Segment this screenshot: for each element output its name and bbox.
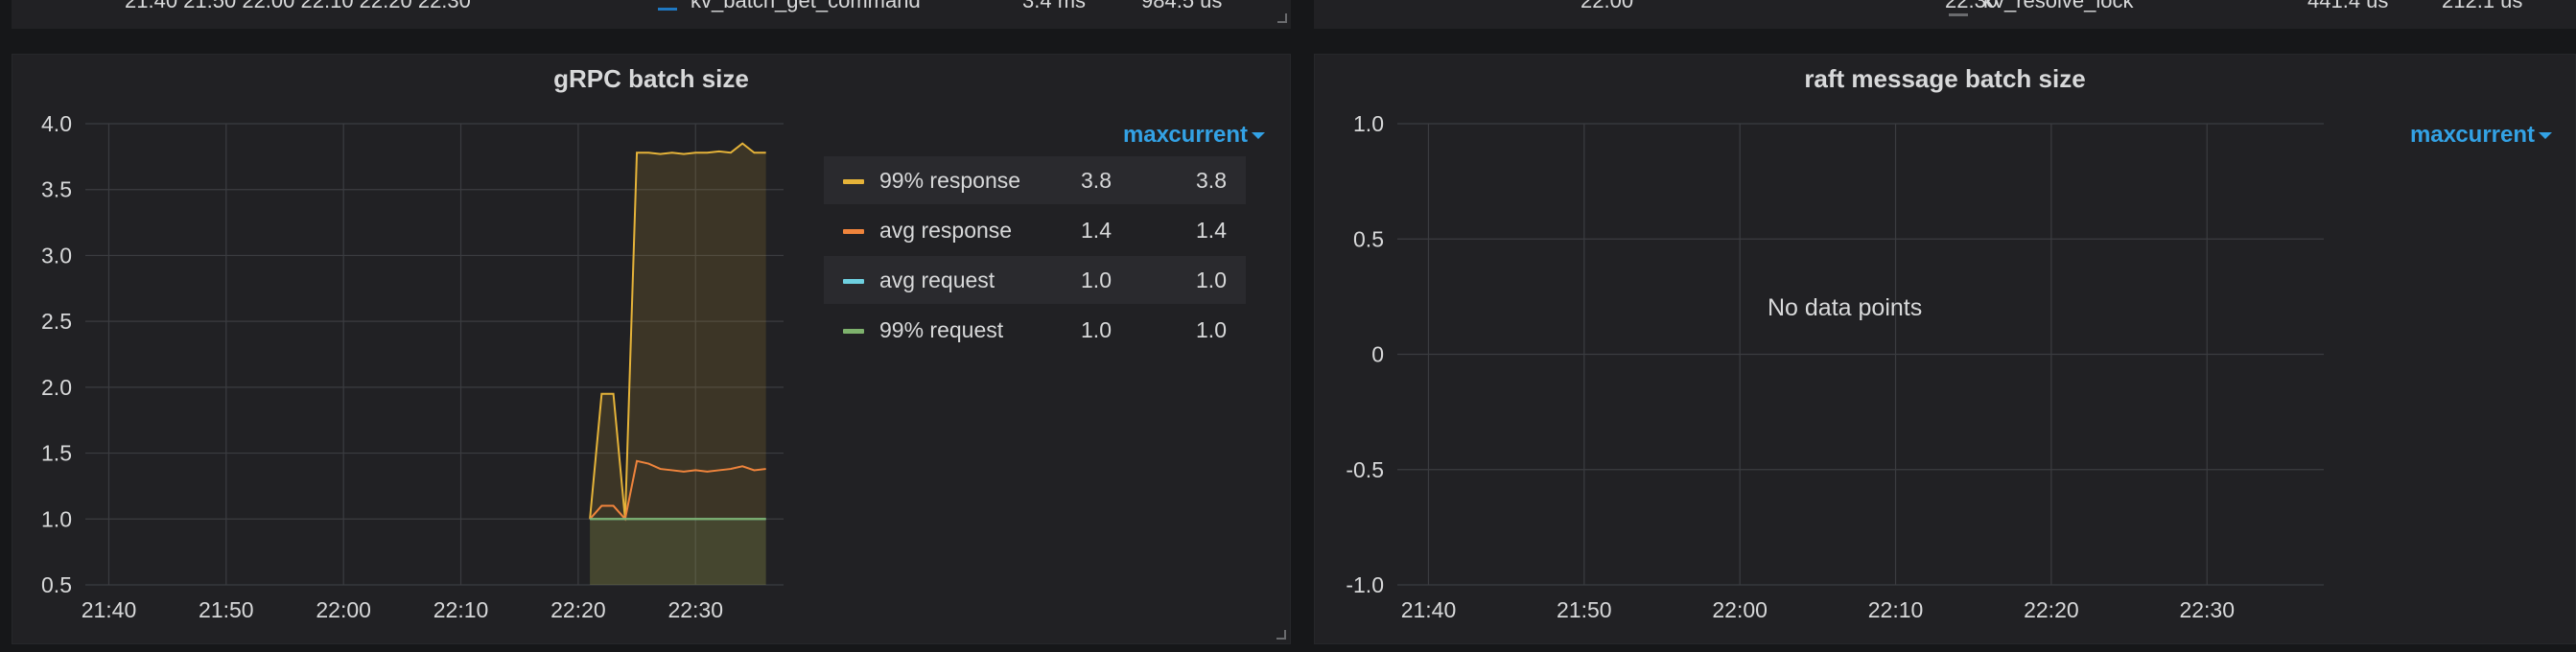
legend-current-value: 1.4 <box>1196 218 1227 243</box>
legend-series-name[interactable]: 99% response <box>879 168 1020 194</box>
legend-sort-current-label: current <box>1168 122 1248 148</box>
legend-max-value: 1.0 <box>1081 317 1112 342</box>
legend-item[interactable]: avg response 1.4 1.4 <box>824 206 1246 254</box>
x-tick-label: 22:00 <box>1712 597 1768 622</box>
series-area <box>590 519 766 585</box>
upper-left-legend-current: 984.5 us <box>1141 0 1223 12</box>
legend-sort-max[interactable]: max <box>1123 122 1169 149</box>
legend-max-value: 1.0 <box>1081 268 1112 292</box>
upper-left-legend-swatch <box>658 8 677 11</box>
grpc-batch-size-graph[interactable]: 4.0 3.5 3.0 2.5 2.0 1.5 1.0 0.5 21:40 21:50 22:00 2… <box>12 55 818 644</box>
legend-item[interactable]: avg request 1.0 1.0 <box>824 256 1246 304</box>
upper-left-resize-handle[interactable] <box>1277 13 1287 23</box>
legend-max-value: 3.8 <box>1081 168 1112 193</box>
y-tick-label: 2.5 <box>41 309 72 334</box>
panel-resize-handle[interactable] <box>1276 630 1286 640</box>
legend-current-value: 1.0 <box>1196 317 1227 342</box>
y-tick-label: 0.5 <box>1353 226 1384 251</box>
x-tick-label: 22:10 <box>433 597 489 622</box>
x-tick-label: 21:40 <box>1401 597 1457 622</box>
upper-right-legend-name: kv_resolve_lock <box>1983 0 2134 12</box>
legend-series-name[interactable]: 99% request <box>879 317 1003 343</box>
legend-sort-current-label: current <box>2455 122 2535 148</box>
y-tick-label: 2.0 <box>41 375 72 400</box>
x-tick-label: 22:10 <box>1868 597 1924 622</box>
x-tick-label: 21:50 <box>1557 597 1612 622</box>
legend-current-value: 1.0 <box>1196 268 1227 292</box>
upper-panel-right-remnant: 22:00 22:30 kv_resolve_lock 441.4 us 212… <box>1314 0 2576 29</box>
legend-current-value: 3.8 <box>1196 168 1227 193</box>
raft-batch-size-graph[interactable]: 1.0 0.5 0 -0.5 -1.0 21:40 21:50 22:00 22:10 22:20… <box>1315 55 2331 644</box>
x-tick-label: 22:20 <box>550 597 606 622</box>
y-tick-label: -1.0 <box>1346 572 1384 597</box>
y-tick-label: 3.5 <box>41 177 72 202</box>
upper-left-time-axis: 21:40 21:50 22:00 22:10 22:20 22:30 <box>125 0 471 12</box>
y-tick-label: -0.5 <box>1346 457 1384 482</box>
x-tick-label: 22:30 <box>667 597 723 622</box>
series-color-swatch[interactable] <box>843 179 864 184</box>
y-tick-label: 0 <box>1371 342 1384 367</box>
upper-right-time-a: 22:00 <box>1581 0 1634 12</box>
legend-sort-current[interactable]: current <box>1168 122 1265 149</box>
series-color-swatch[interactable] <box>843 229 864 234</box>
raft-message-batch-size-panel: raft message batch size 1.0 0.5 0 -0.5 -1.0 2… <box>1314 54 2576 644</box>
legend-item[interactable]: 99% request 1.0 1.0 <box>824 306 1246 354</box>
y-tick-label: 1.0 <box>1353 111 1384 136</box>
legend-item[interactable]: 99% response 3.8 3.8 <box>824 156 1246 204</box>
upper-right-legend-swatch <box>1949 13 1968 16</box>
raft-legend: max current <box>2360 122 2552 160</box>
x-tick-label: 22:00 <box>316 597 371 622</box>
y-tick-label: 0.5 <box>41 572 72 597</box>
legend-series-name[interactable]: avg request <box>879 268 995 293</box>
x-tick-label: 21:40 <box>82 597 137 622</box>
series-color-swatch[interactable] <box>843 279 864 284</box>
upper-right-legend-current: 212.1 us <box>2442 0 2523 12</box>
upper-panel-left-remnant: 21:40 21:50 22:00 22:10 22:20 22:30 kv_b… <box>12 0 1291 29</box>
sort-caret-icon <box>2539 132 2552 140</box>
grpc-batch-size-panel: gRPC batch size 4.0 3.5 3.0 2.5 2.0 1.5 1.0 0.5… <box>12 54 1291 644</box>
legend-max-value: 1.4 <box>1081 218 1112 243</box>
y-tick-label: 1.0 <box>41 506 72 531</box>
x-tick-label: 22:20 <box>2024 597 2079 622</box>
legend-sort-max[interactable]: max <box>2410 122 2456 149</box>
upper-right-legend-max: 441.4 us <box>2307 0 2389 12</box>
y-tick-label: 1.5 <box>41 441 72 466</box>
x-tick-label: 22:30 <box>2179 597 2235 622</box>
grpc-legend: max current 99% response 3.8 3.8 avg res… <box>824 122 1265 371</box>
no-data-message: No data points <box>1768 294 1923 321</box>
series-color-swatch[interactable] <box>843 329 864 334</box>
y-tick-label: 4.0 <box>41 111 72 136</box>
x-tick-label: 21:50 <box>199 597 254 622</box>
sort-caret-icon <box>1252 132 1265 140</box>
upper-left-legend-name: kv_batch_get_command <box>691 0 921 12</box>
y-tick-label: 3.0 <box>41 243 72 268</box>
upper-left-legend-max: 3.4 ms <box>1022 0 1087 12</box>
legend-series-name[interactable]: avg response <box>879 218 1012 244</box>
legend-sort-current[interactable]: current <box>2455 122 2552 149</box>
